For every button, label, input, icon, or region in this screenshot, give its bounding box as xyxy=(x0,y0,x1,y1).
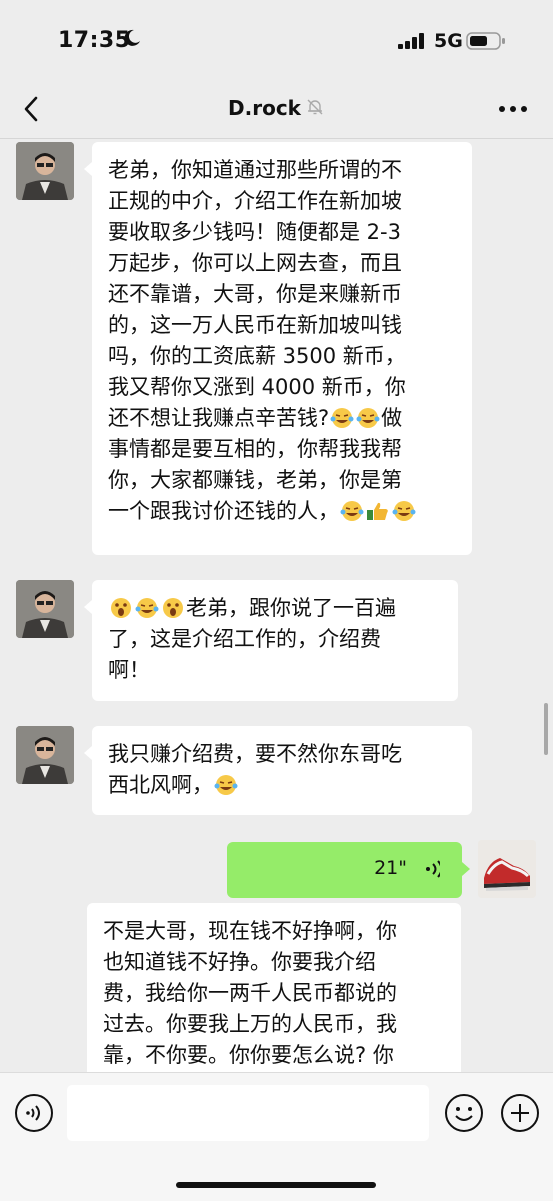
message-line: 啊！ xyxy=(108,658,150,682)
chat-header: D.rock xyxy=(0,82,553,139)
signal-icon xyxy=(398,33,424,49)
message-text: 一个跟我讨价还钱的人， xyxy=(108,499,339,523)
plus-icon[interactable] xyxy=(500,1093,540,1133)
chat-title: D.rock xyxy=(228,96,301,120)
chat-title-wrap: D.rock xyxy=(0,96,553,120)
contact-avatar[interactable] xyxy=(16,726,74,784)
message-line: 不是大哥，现在钱不好挣啊，你 xyxy=(103,919,397,943)
message-text: 做 xyxy=(381,406,403,430)
thumbs-up-emoji xyxy=(367,502,388,520)
avatar-portrait xyxy=(16,726,74,784)
battery-icon xyxy=(466,32,505,50)
contact-avatar[interactable] xyxy=(16,580,74,638)
chat-area[interactable]: 老弟，你知道通过那些所谓的不 正规的中介，介绍工作在新加坡 要收取多少钱吗！随便… xyxy=(0,139,553,1072)
message-line: 费，我给你一两千人民币都说的 xyxy=(103,981,397,1005)
more-icon[interactable] xyxy=(498,104,528,114)
home-indicator[interactable] xyxy=(176,1182,376,1188)
laugh-cry-emoji xyxy=(356,408,380,428)
avatar-sneaker xyxy=(478,840,536,898)
message-line: 靠，不你要。你你要怎么说? 你 xyxy=(103,1043,394,1067)
message-bubble[interactable]: 我只赚介绍费，要不然你东哥吃 西北风啊， xyxy=(84,726,472,815)
message-line: 我只赚介绍费，要不然你东哥吃 xyxy=(108,742,402,766)
voice-wave-icon xyxy=(426,860,440,878)
message-line-with-emoji: 西北风啊， xyxy=(108,770,472,801)
scrollbar[interactable] xyxy=(544,703,548,755)
voice-message[interactable]: 21" xyxy=(227,842,470,898)
message-bubble[interactable]: 老弟，你知道通过那些所谓的不 正规的中介，介绍工作在新加坡 要收取多少钱吗！随便… xyxy=(84,142,472,555)
input-bar xyxy=(0,1072,553,1201)
message-text: 老弟，跟你说了一百遍 xyxy=(186,596,396,620)
status-time: 17:35 xyxy=(58,28,131,53)
avatar-portrait xyxy=(16,580,74,638)
message-line-with-emoji: 一个跟我讨价还钱的人， xyxy=(108,496,472,527)
shocked-emoji xyxy=(111,598,131,618)
moon-icon xyxy=(124,29,140,46)
my-avatar[interactable] xyxy=(478,840,536,898)
network-type: 5G xyxy=(434,30,463,52)
laugh-cry-emoji xyxy=(340,501,364,521)
mute-bell-icon xyxy=(307,99,323,115)
laugh-cry-emoji xyxy=(214,775,238,795)
message-line: 你，大家都赚钱，老弟，你是第 xyxy=(108,468,402,492)
message-line: 事情都是要互相的，你帮我我帮 xyxy=(108,437,402,461)
laugh-cry-emoji xyxy=(330,408,354,428)
message-bubble[interactable]: 老弟，跟你说了一百遍 了，这是介绍工作的，介绍费 啊！ xyxy=(84,580,458,701)
laugh-cry-emoji xyxy=(135,598,159,618)
message-input[interactable] xyxy=(67,1085,429,1141)
message-line: 我又帮你又涨到 4000 新币，你 xyxy=(108,375,406,399)
avatar-portrait xyxy=(16,142,74,200)
status-bar: 17:35 5G xyxy=(0,0,553,82)
message-line-with-emoji: 还不想让我赚点辛苦钱? 做 xyxy=(108,403,472,434)
message-text: 西北风啊， xyxy=(108,773,213,797)
message-line: 过去。你要我上万的人民币，我 xyxy=(103,1012,397,1036)
shocked-emoji xyxy=(163,598,183,618)
message-line: 正规的中介，介绍工作在新加坡 xyxy=(108,189,402,213)
contact-avatar[interactable] xyxy=(16,142,74,200)
message-bubble[interactable]: 不是大哥，现在钱不好挣啊，你 也知道钱不好挣。你要我介绍 费，我给你一两千人民币… xyxy=(87,903,461,1072)
emoji-icon[interactable] xyxy=(444,1093,484,1133)
message-line: 吗，你的工资底薪 3500 新币， xyxy=(108,344,406,368)
laugh-cry-emoji xyxy=(392,501,416,521)
message-line-with-emoji: 老弟，跟你说了一百遍 xyxy=(108,593,458,624)
message-line: 也知道钱不好挣。你要我介绍 xyxy=(103,950,376,974)
message-line: 万起步，你可以上网去查，而且 xyxy=(108,251,402,275)
voice-duration: 21" xyxy=(374,857,407,879)
message-line: 的，这一万人民币在新加坡叫钱 xyxy=(108,313,402,337)
message-line: 了，这是介绍工作的，介绍费 xyxy=(108,627,381,651)
voice-input-icon[interactable] xyxy=(14,1093,54,1133)
message-line: 要收取多少钱吗！随便都是 2-3 xyxy=(108,220,401,244)
message-text: 还不想让我赚点辛苦钱? xyxy=(108,406,330,430)
message-line: 老弟，你知道通过那些所谓的不 xyxy=(108,158,402,182)
message-line: 还不靠谱，大哥，你是来赚新币 xyxy=(108,282,402,306)
